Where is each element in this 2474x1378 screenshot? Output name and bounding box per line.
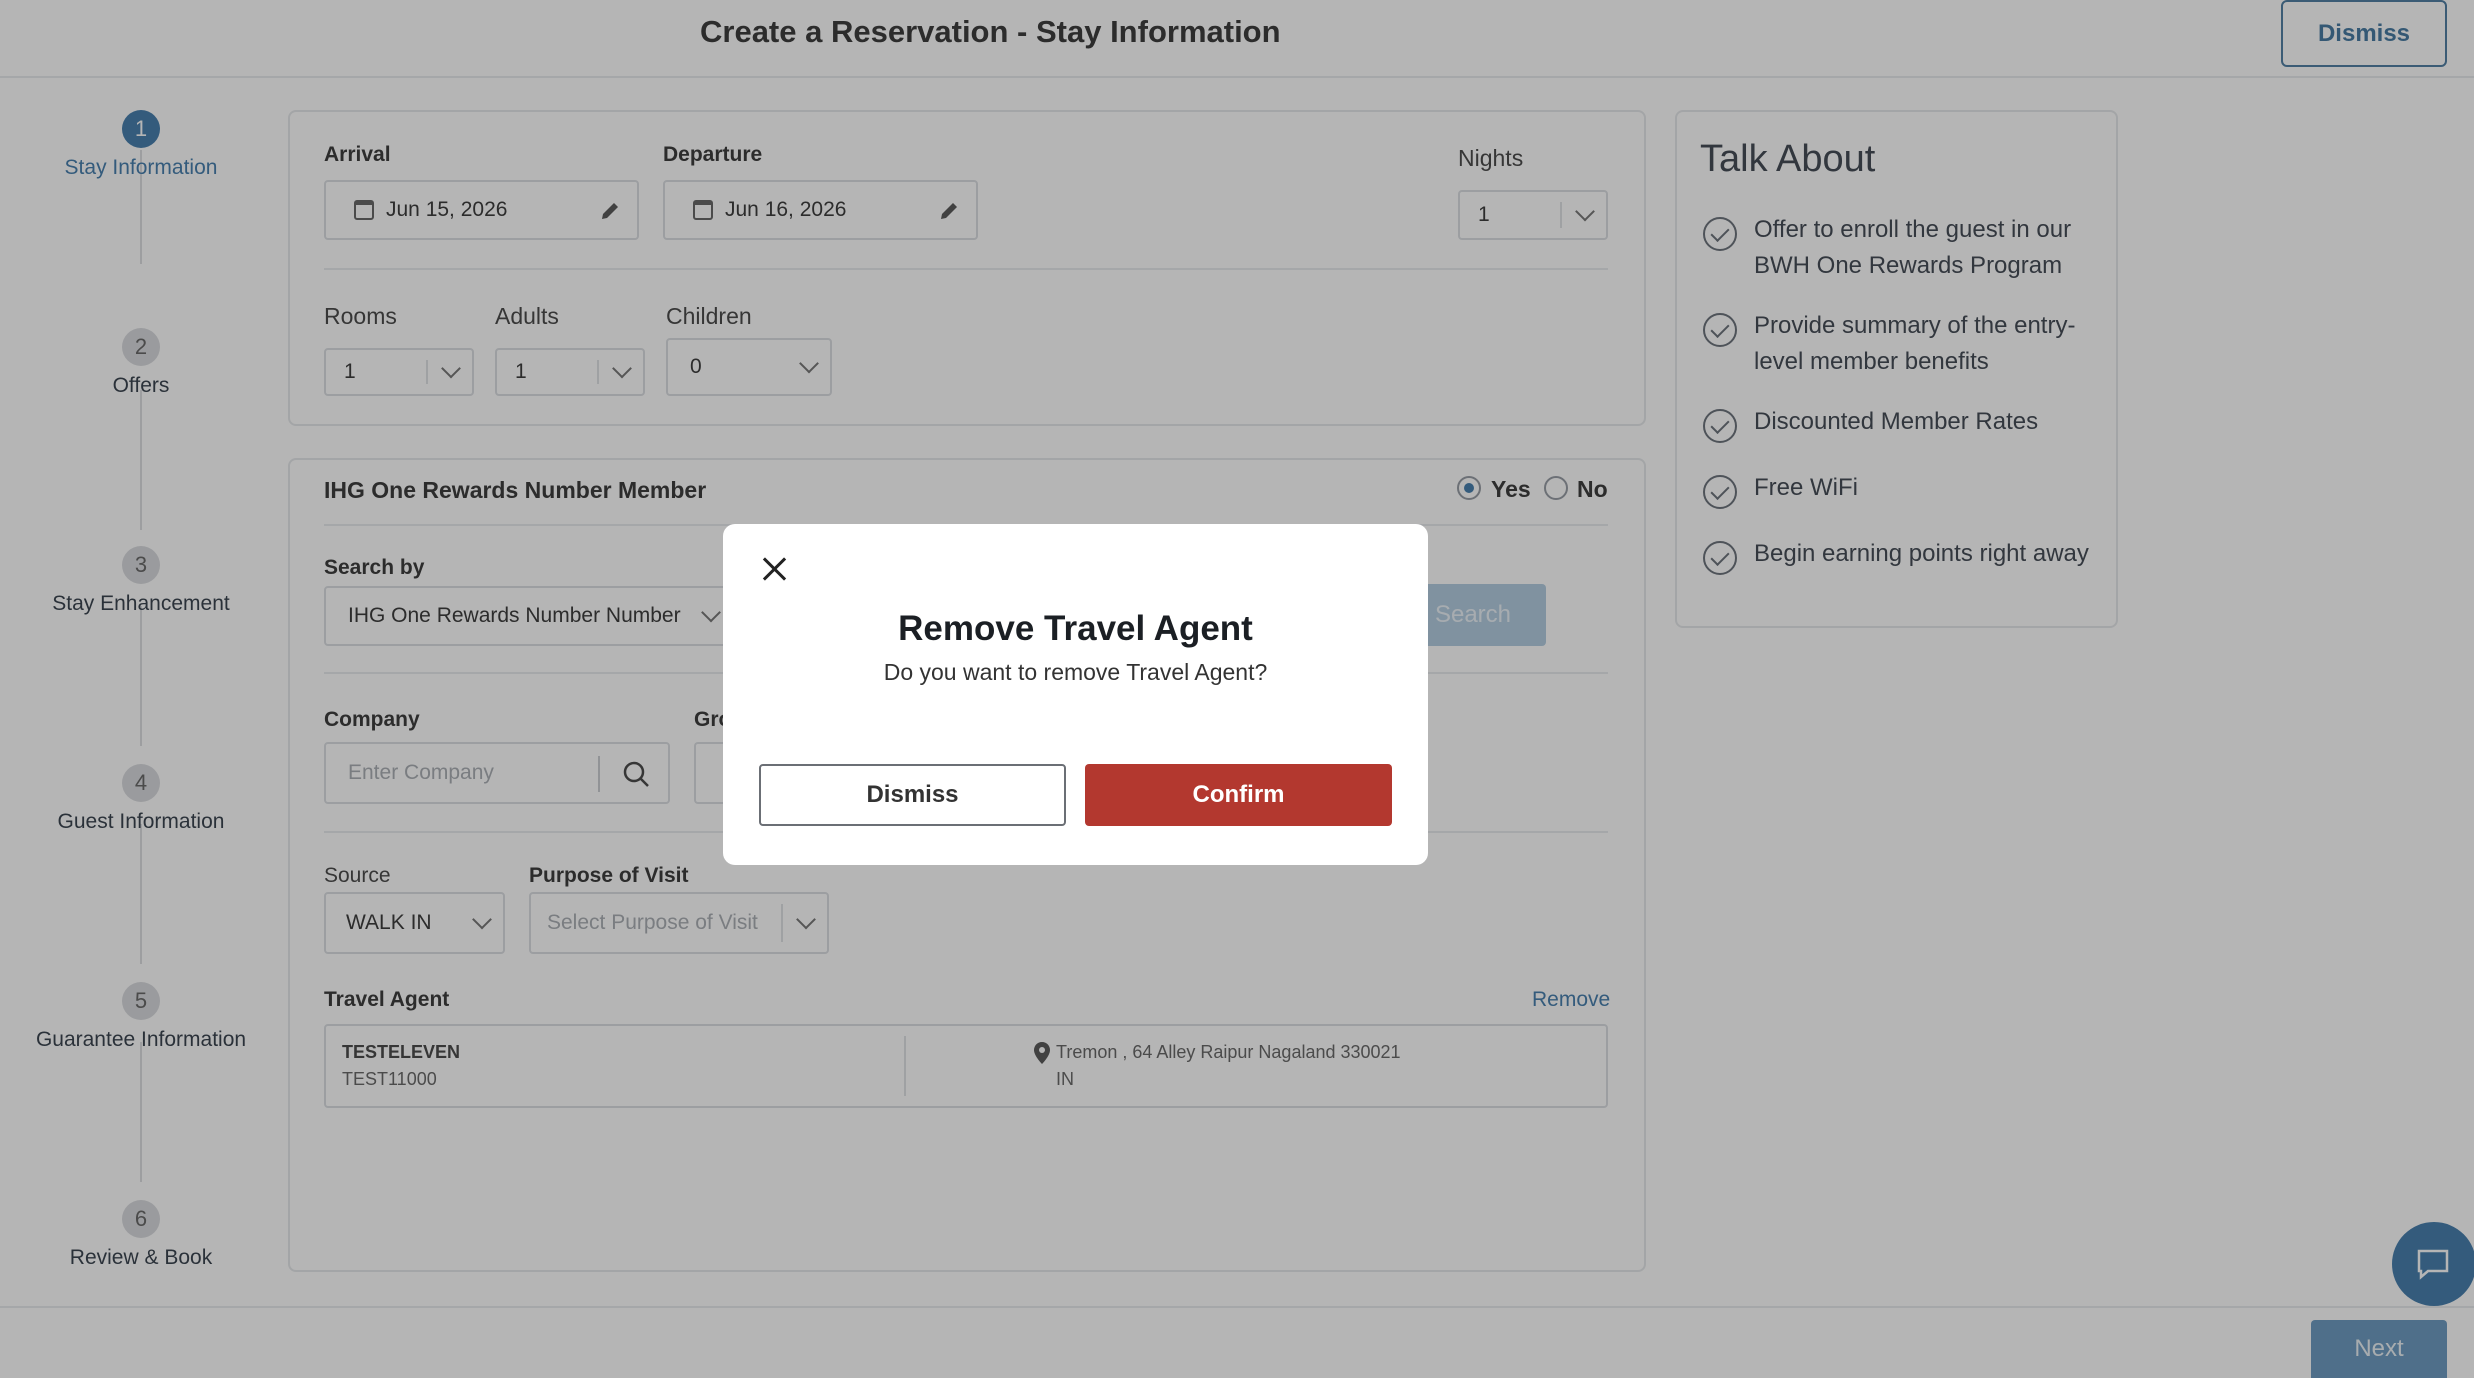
dialog-dismiss-button[interactable]: Dismiss [759,764,1066,826]
dialog-confirm-button[interactable]: Confirm [1085,764,1392,826]
dialog-title: Remove Travel Agent [898,609,1253,648]
close-icon[interactable] [759,554,789,584]
remove-travel-agent-dialog: Remove Travel Agent Do you want to remov… [723,524,1428,865]
dialog-message: Do you want to remove Travel Agent? [883,659,1268,685]
